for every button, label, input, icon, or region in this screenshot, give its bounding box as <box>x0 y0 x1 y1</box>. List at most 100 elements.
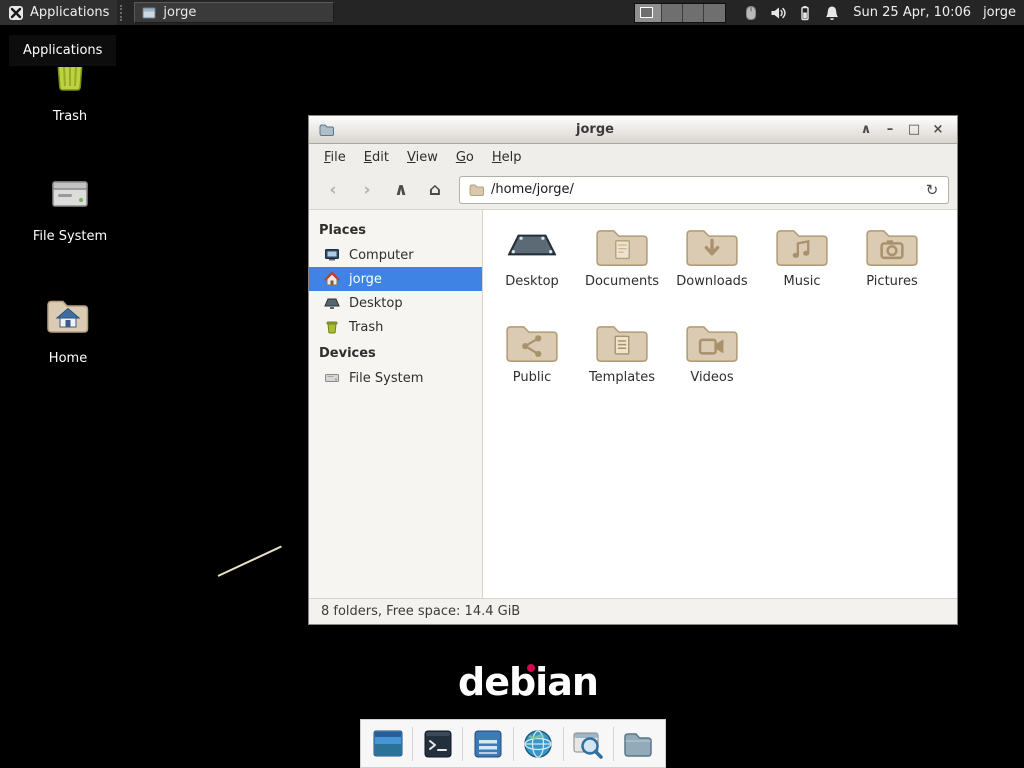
applications-tooltip: Applications <box>8 34 117 67</box>
workspace-4[interactable] <box>704 4 725 22</box>
dock-minimize-all[interactable] <box>467 723 508 765</box>
applications-menu-label: Applications <box>30 5 109 20</box>
shade-button[interactable]: ∧ <box>856 122 876 137</box>
sidebar-item-computer[interactable]: Computer <box>309 243 482 267</box>
dock-show-desktop[interactable] <box>367 723 408 765</box>
file-item-downloads[interactable]: Downloads <box>668 224 756 320</box>
workspace-1[interactable] <box>635 4 662 22</box>
places-sidebar: Places ComputerjorgeDesktopTrash Devices… <box>309 210 483 598</box>
home-button[interactable]: ⌂ <box>419 176 451 204</box>
dock-separator <box>412 727 413 761</box>
panel-clock[interactable]: Sun 25 Apr, 10:06 <box>853 5 971 20</box>
file-item-videos[interactable]: Videos <box>668 320 756 416</box>
file-item-public[interactable]: Public <box>488 320 576 416</box>
file-item-music[interactable]: Music <box>758 224 846 320</box>
file-item-label: Public <box>513 370 551 385</box>
drive-small-icon <box>324 370 340 386</box>
file-item-pictures[interactable]: Pictures <box>848 224 936 320</box>
file-item-label: Documents <box>585 274 659 289</box>
applications-menu-button[interactable]: Applications <box>0 0 117 25</box>
sidebar-item-label: Trash <box>349 320 383 335</box>
home-red-icon <box>324 271 340 287</box>
debian-swirl-icon <box>527 664 535 672</box>
folder-video-icon <box>684 320 740 368</box>
devices-header: Devices <box>309 339 482 366</box>
desktop-icon-home[interactable]: Home <box>22 292 114 366</box>
dock-separator <box>563 727 564 761</box>
panel-user-label[interactable]: jorge <box>983 5 1016 20</box>
desktop-small-icon <box>324 295 340 311</box>
power-icon[interactable] <box>796 4 814 22</box>
close-button[interactable]: × <box>928 122 948 137</box>
computer-icon <box>324 247 340 263</box>
desktop-icon-label: File System <box>33 229 107 244</box>
sidebar-item-label: Computer <box>349 248 414 263</box>
maximize-button[interactable]: □ <box>904 122 924 137</box>
desktop-line-artifact <box>218 546 282 577</box>
file-item-label: Downloads <box>676 274 747 289</box>
sidebar-item-label: jorge <box>349 272 382 287</box>
toolbar: ‹ › ∧ ⌂ /home/jorge/ ↻ <box>309 170 957 210</box>
desktop-item-icon <box>504 224 560 272</box>
file-item-templates[interactable]: Templates <box>578 320 666 416</box>
panel-separator-handle <box>120 5 127 21</box>
folder-download-icon <box>684 224 740 272</box>
bottom-dock <box>360 719 666 768</box>
location-bar[interactable]: /home/jorge/ ↻ <box>459 176 949 204</box>
volume-icon[interactable] <box>769 4 787 22</box>
top-panel: Applications jorge Sun 25 Apr, 10:06 jor… <box>0 0 1024 26</box>
up-button[interactable]: ∧ <box>385 176 417 204</box>
sidebar-item-trash[interactable]: Trash <box>309 315 482 339</box>
forward-button[interactable]: › <box>351 176 383 204</box>
menu-help[interactable]: Help <box>483 147 531 168</box>
sidebar-item-jorge[interactable]: jorge <box>309 267 482 291</box>
debian-logo: debian <box>458 660 598 704</box>
dock-separator <box>513 727 514 761</box>
desktop-icon-file-system[interactable]: File System <box>24 170 116 244</box>
workspace-pager <box>634 3 726 23</box>
folder-document-icon <box>594 224 650 272</box>
dock-app-finder[interactable] <box>568 723 609 765</box>
filesystem-big-icon <box>46 170 94 222</box>
file-manager-window: jorge ∧–□× FileEditViewGoHelp ‹ › ∧ ⌂ /h… <box>308 115 958 625</box>
menu-go[interactable]: Go <box>447 147 483 168</box>
sidebar-item-desktop[interactable]: Desktop <box>309 291 482 315</box>
window-title: jorge <box>342 122 848 137</box>
file-item-desktop[interactable]: Desktop <box>488 224 576 320</box>
file-item-documents[interactable]: Documents <box>578 224 666 320</box>
file-item-label: Desktop <box>505 274 559 289</box>
file-item-label: Music <box>784 274 821 289</box>
workspace-2[interactable] <box>662 4 683 22</box>
menu-view[interactable]: View <box>398 147 447 168</box>
status-bar: 8 folders, Free space: 14.4 GiB <box>309 598 957 624</box>
taskbar-window-label: jorge <box>163 5 196 20</box>
reload-button[interactable]: ↻ <box>921 179 943 201</box>
folder-music-icon <box>774 224 830 272</box>
window-content: Places ComputerjorgeDesktopTrash Devices… <box>309 210 957 598</box>
dock-web-browser[interactable] <box>518 723 559 765</box>
dock-file-manager[interactable] <box>618 723 659 765</box>
file-item-label: Pictures <box>866 274 917 289</box>
taskbar-window-icon <box>141 5 157 21</box>
window-controls: ∧–□ × <box>856 122 948 137</box>
back-button[interactable]: ‹ <box>317 176 349 204</box>
minimize-button[interactable]: – <box>880 122 900 137</box>
taskbar-window-button[interactable]: jorge <box>134 2 334 23</box>
devices-list: File System <box>309 366 482 390</box>
menu-bar: FileEditViewGoHelp <box>309 144 957 170</box>
sidebar-item-file-system[interactable]: File System <box>309 366 482 390</box>
mouse-icon[interactable] <box>742 4 760 22</box>
sidebar-item-label: File System <box>349 371 423 386</box>
dock-terminal[interactable] <box>417 723 458 765</box>
menu-file[interactable]: File <box>315 147 355 168</box>
window-titlebar[interactable]: jorge ∧–□ × <box>309 116 957 144</box>
workspace-3[interactable] <box>683 4 704 22</box>
file-item-label: Templates <box>589 370 655 385</box>
dock-separator <box>462 727 463 761</box>
window-taskbar: jorge <box>130 0 634 25</box>
file-grid: Desktop Documents Downloads Music Pictures Pu… <box>483 210 957 598</box>
bell-icon[interactable] <box>823 4 841 22</box>
titlebar-icon <box>318 122 334 138</box>
menu-edit[interactable]: Edit <box>355 147 398 168</box>
home-big-icon <box>44 292 92 344</box>
